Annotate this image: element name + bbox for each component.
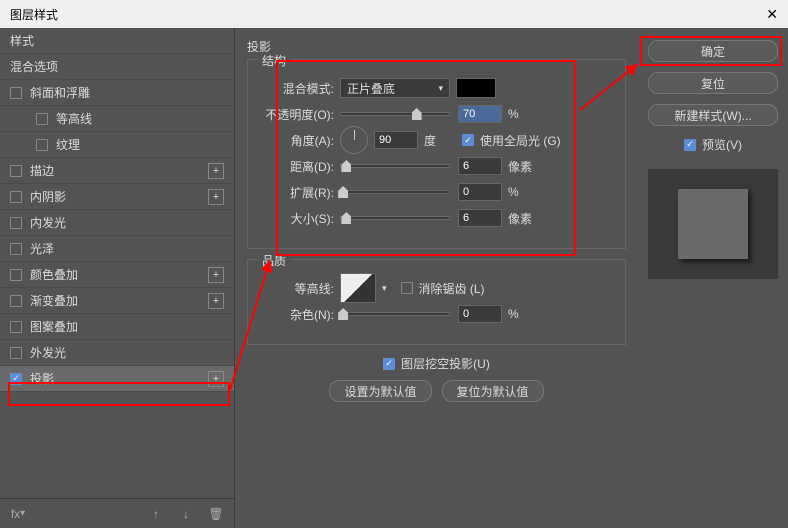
chevron-down-icon[interactable]: ▾ [382,283,387,294]
checkbox-icon[interactable] [10,217,22,229]
distance-slider[interactable] [340,164,450,168]
angle-field[interactable] [374,131,418,149]
size-unit: 像素 [508,210,538,227]
spread-slider[interactable] [340,190,450,194]
checkbox-icon[interactable] [36,113,48,125]
noise-field[interactable] [458,305,502,323]
sidebar-item-innerglow[interactable]: 内发光 [0,210,234,236]
spread-unit: % [508,185,538,199]
color-swatch[interactable] [456,78,496,98]
sidebar-item-satin[interactable]: 光泽 [0,236,234,262]
size-slider[interactable] [340,216,450,220]
size-label: 大小(S): [258,210,334,227]
spread-label: 扩展(R): [258,184,334,201]
contour-label: 等高线: [258,280,334,297]
sidebar-footer: fx▾ ↑ ↓ 🗑 [0,498,234,528]
sidebar-blend-options[interactable]: 混合选项 [0,54,234,80]
globallight-checkbox[interactable]: ✓ [462,134,474,146]
opacity-slider[interactable] [340,112,450,116]
globallight-label: 使用全局光 (G) [480,132,561,149]
structure-group: 结构 混合模式: 正片叠底▾ 不透明度(O): % 角度(A): 度 ✓ 使用全 [247,59,626,249]
structure-legend: 结构 [258,52,290,69]
preview-box [648,169,778,279]
checkbox-icon[interactable] [10,87,22,99]
panel-title: 投影 [247,38,626,55]
trash-icon[interactable]: 🗑 [208,506,224,522]
make-default-button[interactable]: 设置为默认值 [329,380,431,402]
checkbox-icon[interactable] [10,269,22,281]
distance-field[interactable] [458,157,502,175]
quality-group: 品质 等高线: ▾ 消除锯齿 (L) 杂色(N): % [247,259,626,345]
antialias-label: 消除锯齿 (L) [419,280,485,297]
sidebar-item-dropshadow[interactable]: ✓投影+ [0,366,234,392]
angle-dial[interactable] [340,126,368,154]
angle-unit: 度 [424,132,454,149]
fx-icon[interactable]: fx▾ [10,506,26,522]
checkbox-icon[interactable]: ✓ [10,373,22,385]
new-style-button[interactable]: 新建样式(W)... [648,104,778,126]
plus-icon[interactable]: + [208,267,224,283]
close-icon[interactable]: ✕ [766,6,778,23]
preview-checkbox[interactable]: ✓ [684,139,696,151]
sidebar-item-gradientoverlay[interactable]: 渐变叠加+ [0,288,234,314]
plus-icon[interactable]: + [208,293,224,309]
angle-label: 角度(A): [258,132,334,149]
sidebar-item-bevel[interactable]: 斜面和浮雕 [0,80,234,106]
checkbox-icon[interactable] [10,321,22,333]
plus-icon[interactable]: + [208,189,224,205]
quality-legend: 品质 [258,252,290,269]
titlebar: 图层样式 ✕ [0,0,788,28]
plus-icon[interactable]: + [208,163,224,179]
knockout-checkbox[interactable]: ✓ [383,358,395,370]
up-icon[interactable]: ↑ [148,506,164,522]
plus-icon[interactable]: + [208,371,224,387]
checkbox-icon[interactable] [36,139,48,151]
checkbox-icon[interactable] [10,191,22,203]
noise-label: 杂色(N): [258,306,334,323]
checkbox-icon[interactable] [10,165,22,177]
sidebar: 样式 混合选项 斜面和浮雕 等高线 纹理 描边+ 内阴影+ 内发光 光泽 颜色叠… [0,28,235,528]
sidebar-item-outerglow[interactable]: 外发光 [0,340,234,366]
reset-default-button[interactable]: 复位为默认值 [442,380,544,402]
sidebar-item-stroke[interactable]: 描边+ [0,158,234,184]
preview-swatch [678,189,748,259]
spread-field[interactable] [458,183,502,201]
size-field[interactable] [458,209,502,227]
main-panel: 投影 结构 混合模式: 正片叠底▾ 不透明度(O): % 角度(A): 度 [235,28,638,528]
sidebar-item-patternoverlay[interactable]: 图案叠加 [0,314,234,340]
antialias-checkbox[interactable] [401,282,413,294]
opacity-label: 不透明度(O): [258,106,334,123]
blendmode-select[interactable]: 正片叠底▾ [340,78,450,98]
dialog-title: 图层样式 [10,6,58,23]
sidebar-header[interactable]: 样式 [0,28,234,54]
ok-button[interactable]: 确定 [648,40,778,62]
distance-label: 距离(D): [258,158,334,175]
sidebar-item-coloroverlay[interactable]: 颜色叠加+ [0,262,234,288]
down-icon[interactable]: ↓ [178,506,194,522]
sidebar-item-texture[interactable]: 纹理 [0,132,234,158]
chevron-down-icon: ▾ [438,83,443,94]
cancel-button[interactable]: 复位 [648,72,778,94]
distance-unit: 像素 [508,158,538,175]
noise-unit: % [508,307,538,321]
contour-picker[interactable] [340,273,376,303]
right-column: 确定 复位 新建样式(W)... ✓ 预览(V) [638,28,788,528]
sidebar-item-innershadow[interactable]: 内阴影+ [0,184,234,210]
opacity-unit: % [508,107,538,121]
knockout-label: 图层挖空投影(U) [401,355,490,372]
opacity-field[interactable] [458,105,502,123]
sidebar-item-contour[interactable]: 等高线 [0,106,234,132]
blendmode-label: 混合模式: [258,80,334,97]
checkbox-icon[interactable] [10,347,22,359]
preview-label: 预览(V) [702,136,742,153]
checkbox-icon[interactable] [10,243,22,255]
noise-slider[interactable] [340,312,450,316]
checkbox-icon[interactable] [10,295,22,307]
